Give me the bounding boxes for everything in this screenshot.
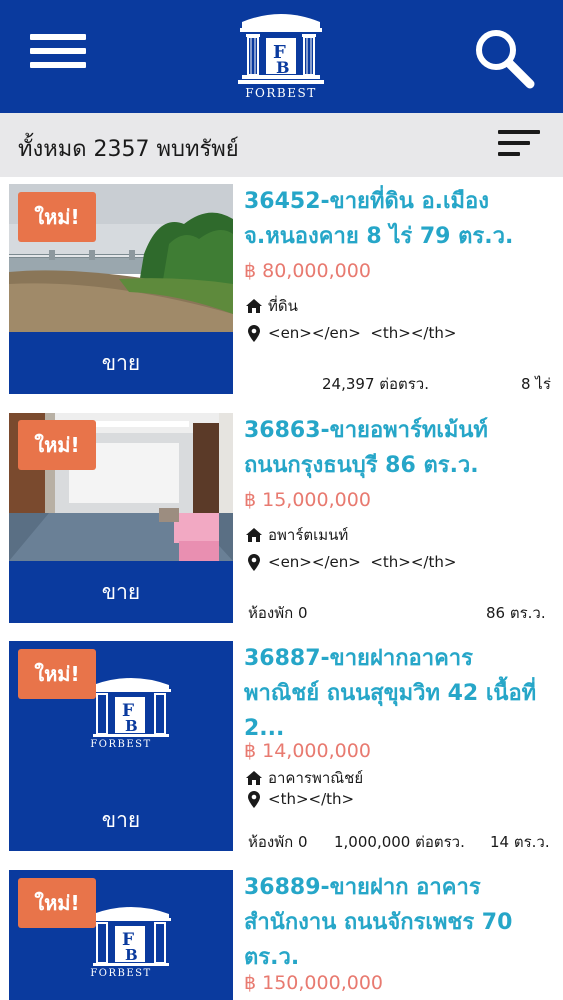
map-pin-icon [248, 553, 260, 571]
hamburger-icon [30, 34, 86, 40]
listing-title-line: ถนนกรุงธนบุรี 86 ตร.ว. [244, 453, 479, 478]
sale-label: ขาย [9, 789, 233, 851]
new-badge: ใหม่! [18, 878, 96, 928]
hamburger-icon-line [30, 48, 86, 54]
listing-title[interactable]: 36889-ขายฝาก อาคาร สำนักงาน ถนนจักรเพชร … [244, 870, 554, 975]
property-type-label: อาคารพาณิชย์ [268, 769, 364, 787]
total-results-text: ทั้งหมด 2357 พบทรัพย์ [18, 137, 239, 162]
home-icon [246, 528, 262, 542]
search-icon [476, 30, 535, 89]
listing-title-line: พาณิชย์ ถนนสุขุมวิท 42 เนื้อที่ [244, 681, 537, 706]
price-per-area: 24,397 ต่อตรว. [322, 375, 429, 393]
property-type: อพาร์ตเมนท์ [246, 523, 348, 547]
property-location: <th></th> [248, 790, 354, 808]
thumb-logo-text: FORBEST [90, 739, 152, 750]
listing-title-line: จ.หนองคาย 8 ไร่ 79 ตร.ว. [244, 224, 514, 249]
hamburger-icon-line [30, 62, 86, 68]
svg-text:B: B [276, 58, 290, 77]
svg-text:B: B [125, 717, 138, 735]
property-location: <en></en> <th></th> [248, 553, 456, 571]
property-type: อาคารพาณิชย์ [246, 766, 363, 790]
property-type-label: ที่ดิน [268, 297, 298, 315]
listing-title-line: 36889-ขายฝาก อาคาร [244, 875, 481, 900]
pillars-logo-icon: F B [238, 14, 324, 84]
price-per-area: 1,000,000 ต่อตรว. [334, 833, 465, 851]
home-icon [246, 771, 262, 785]
location-label: <en></en> <th></th> [268, 324, 457, 342]
location-label: <th></th> [268, 790, 355, 808]
listing-price: ฿ 14,000,000 [244, 740, 371, 762]
location-label: <en></en> <th></th> [268, 553, 457, 571]
sale-label: ขาย [9, 561, 233, 623]
sale-label: ขาย [9, 332, 233, 394]
listing-title-line: สำนักงาน ถนนจักรเพชร 70 [244, 910, 513, 935]
listing-title-line: ตร.ว. [244, 945, 300, 970]
map-pin-icon [248, 324, 260, 342]
sort-icon [498, 130, 540, 134]
svg-text:B: B [125, 946, 138, 964]
listing-title-line: 36863-ขายอพาร์ทเม้นท์ [244, 418, 488, 443]
listing-title-line: 36452-ขายที่ดิน อ.เมือง [244, 189, 489, 214]
search-button[interactable] [472, 26, 536, 90]
listing-title-line: 36887-ขายฝากอาคาร [244, 646, 473, 671]
room-count: ห้องพัก 0 [248, 833, 308, 851]
listing-title[interactable]: 36887-ขายฝากอาคาร พาณิชย์ ถนนสุขุมวิท 42… [244, 641, 554, 746]
new-badge: ใหม่! [18, 420, 96, 470]
land-area: 14 ตร.ว. [490, 833, 550, 851]
room-count: ห้องพัก 0 [248, 604, 308, 622]
property-location: <en></en> <th></th> [248, 324, 456, 342]
listing-title[interactable]: 36452-ขายที่ดิน อ.เมือง จ.หนองคาย 8 ไร่ … [244, 184, 554, 254]
new-badge: ใหม่! [18, 192, 96, 242]
listing-price: ฿ 15,000,000 [244, 489, 371, 511]
property-type-label: อพาร์ตเมนท์ [268, 526, 349, 544]
sort-icon-line [498, 152, 520, 156]
app-header: F B FORBEST [0, 0, 563, 113]
land-area: 86 ตร.ว. [486, 604, 546, 622]
results-bar: ทั้งหมด 2357 พบทรัพย์ [0, 113, 563, 177]
logo-text: FORBEST [245, 86, 317, 100]
hamburger-menu-button[interactable] [30, 34, 86, 80]
thumb-logo-text: FORBEST [90, 968, 152, 979]
home-icon [246, 299, 262, 313]
sort-button[interactable] [498, 130, 540, 160]
listing-price: ฿ 150,000,000 [244, 972, 384, 994]
land-area: 8 ไร่ [521, 375, 551, 393]
listing-price: ฿ 80,000,000 [244, 260, 371, 282]
new-badge: ใหม่! [18, 649, 96, 699]
forbest-logo[interactable]: F B FORBEST [236, 8, 326, 100]
listing-title[interactable]: 36863-ขายอพาร์ทเม้นท์ ถนนกรุงธนบุรี 86 ต… [244, 413, 554, 483]
map-pin-icon [248, 790, 260, 808]
sort-icon-line [498, 141, 530, 145]
property-type: ที่ดิน [246, 294, 298, 318]
